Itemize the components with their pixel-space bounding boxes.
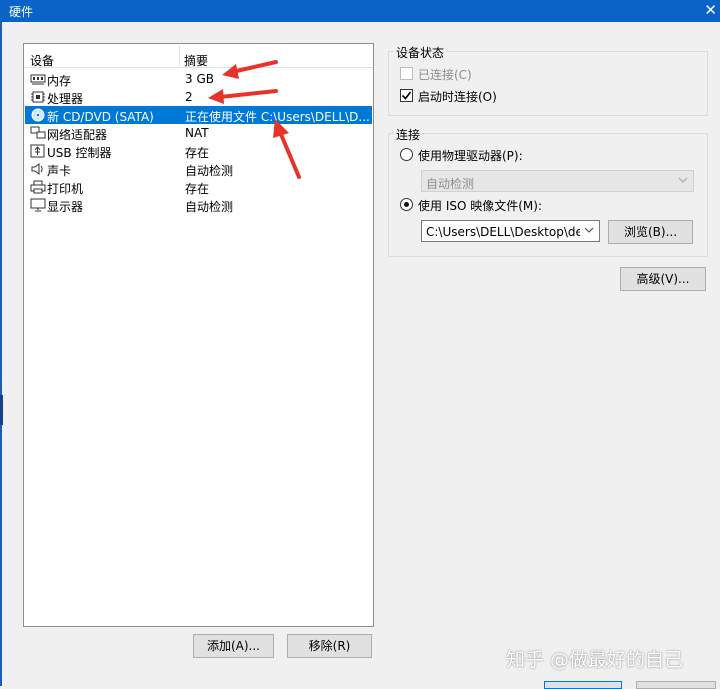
device-summary: 存在 (185, 182, 210, 196)
physical-drive-value: 自动检测 (426, 177, 475, 191)
browse-button[interactable]: 浏览(B)... (608, 220, 693, 244)
title-bar: 硬件 ✕ (0, 0, 720, 22)
device-status-label: 设备状态 (394, 44, 447, 61)
connection-label: 连接 (394, 126, 423, 143)
list-item-selected[interactable]: 新 CD/DVD (SATA) 正在使用文件 C:\Users\DELL\D..… (25, 106, 372, 124)
add-button[interactable]: 添加(A)... (193, 634, 274, 658)
connected-label: 已连接(C) (418, 68, 472, 82)
device-list-header: 设备 摘要 (24, 44, 373, 68)
physical-drive-radio[interactable] (400, 148, 413, 161)
cd-dvd-icon (31, 108, 45, 122)
iso-image-radio[interactable] (400, 198, 413, 211)
list-item[interactable]: 显示器 自动检测 (25, 196, 372, 214)
device-summary: 3 GB (185, 72, 214, 86)
device-summary: 存在 (185, 146, 210, 160)
remove-button[interactable]: 移除(R) (287, 634, 372, 658)
list-item[interactable]: 声卡 自动检测 (25, 160, 372, 178)
device-name: USB 控制器 (47, 146, 112, 160)
monitor-icon (30, 198, 46, 212)
window-title: 硬件 (9, 5, 34, 19)
ok-button-partial[interactable] (544, 681, 622, 689)
device-name: 打印机 (47, 182, 84, 196)
device-name: 声卡 (47, 164, 72, 178)
physical-drive-select[interactable]: 自动检测 (421, 170, 694, 192)
device-name: 新 CD/DVD (SATA) (47, 110, 154, 124)
advanced-button[interactable]: 高级(V)... (620, 267, 706, 291)
column-header-summary[interactable]: 摘要 (184, 52, 208, 69)
connect-on-power-on-checkbox[interactable] (400, 89, 413, 102)
speaker-icon (31, 163, 43, 175)
column-separator[interactable] (179, 46, 180, 66)
watermark: 知乎 @做最好的自己 (506, 649, 684, 671)
background-window-edge-accent (0, 395, 3, 425)
close-button-partial[interactable] (636, 681, 716, 689)
printer-icon (30, 180, 46, 194)
device-name: 内存 (47, 74, 72, 88)
processor-icon (31, 91, 45, 103)
list-item[interactable]: 内存 3 GB (25, 70, 372, 88)
close-icon[interactable]: ✕ (704, 0, 717, 20)
list-item[interactable]: 网络适配器 NAT (25, 124, 372, 142)
device-summary: NAT (185, 126, 209, 140)
memory-icon (30, 74, 46, 85)
iso-image-label: 使用 ISO 映像文件(M): (418, 199, 542, 213)
device-name: 网络适配器 (47, 128, 108, 142)
device-summary: 自动检测 (185, 200, 234, 214)
checkmark-icon (401, 91, 412, 100)
device-summary: 正在使用文件 C:\Users\DELL\D... (185, 110, 370, 124)
iso-path-value: C:\Users\DELL\Desktop\dell\ (426, 225, 580, 239)
radio-selected-dot (404, 202, 409, 207)
chevron-down-icon (678, 177, 688, 183)
device-summary: 自动检测 (185, 164, 234, 178)
list-item[interactable]: 处理器 2 (25, 88, 372, 106)
iso-path-combo[interactable]: C:\Users\DELL\Desktop\dell\ (421, 220, 600, 242)
chevron-down-icon (584, 227, 594, 233)
list-item[interactable]: 打印机 存在 (25, 178, 372, 196)
background-window-edge (0, 22, 2, 686)
device-list[interactable]: 设备 摘要 内存 3 GB 处理器 2 新 CD/DVD (SATA) 正在使用… (23, 43, 374, 627)
device-summary: 2 (185, 90, 193, 104)
connected-checkbox[interactable] (400, 67, 413, 80)
device-name: 处理器 (47, 92, 84, 106)
usb-icon (30, 144, 45, 158)
network-adapter-icon (30, 126, 46, 139)
list-item[interactable]: USB 控制器 存在 (25, 142, 372, 160)
connect-on-power-on-label: 启动时连接(O) (418, 90, 497, 104)
physical-drive-label: 使用物理驱动器(P): (418, 149, 523, 163)
device-name: 显示器 (47, 200, 84, 214)
column-header-device[interactable]: 设备 (30, 52, 54, 69)
